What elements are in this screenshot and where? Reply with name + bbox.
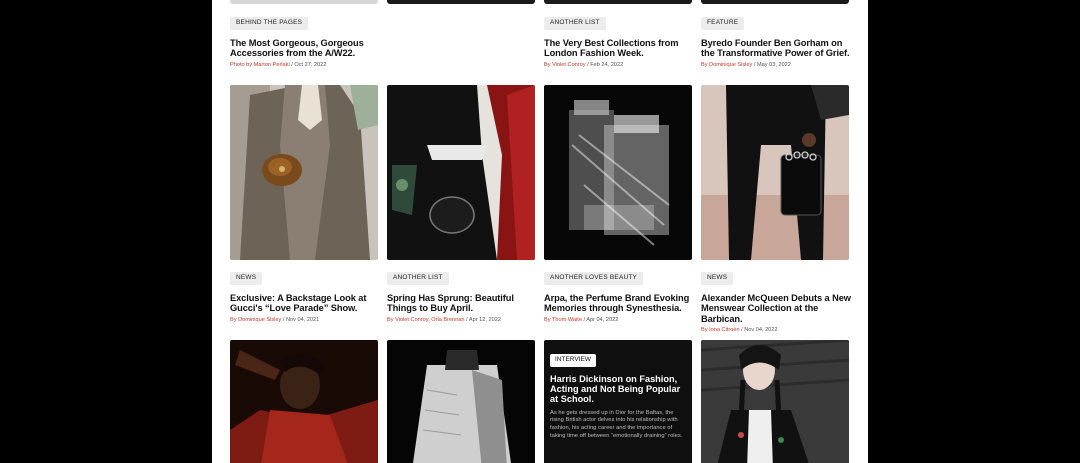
article-image-stub[interactable] [230,0,378,4]
article-byline: By Violet Conroy, Orla Brennan / Apr 12,… [387,317,537,323]
article-date: / Feb 24, 2022 [587,61,624,68]
article-image-mcqueen-menswear[interactable] [701,85,849,260]
article-title[interactable]: The Most Gorgeous, Gorgeous Accessories … [230,38,380,59]
article-title[interactable]: The Very Best Collections from London Fa… [544,38,694,59]
author-link[interactable]: By Thom Waite [544,317,582,323]
article-card[interactable]: ANOTHER LIST Spring Has Sprung: Beautifu… [387,266,537,323]
article-date: / May 03, 2022 [753,61,791,68]
article-date: / Apr 04, 2022 [583,316,619,323]
article-title[interactable]: Arpa, the Perfume Brand Evoking Memories… [544,293,694,314]
category-tag[interactable]: FEATURE [701,17,745,30]
article-image-spring-buys[interactable] [387,85,535,260]
article-date: / Nov 04, 2021 [282,316,320,323]
article-description: As he gets dressed up in Dior for the Ba… [550,409,683,440]
article-date: / Apr 12, 2022 [466,316,501,323]
author-link[interactable]: By Violet Conroy [544,62,586,68]
article-title[interactable]: Exclusive: A Backstage Look at Gucci's “… [230,293,380,314]
article-image-arpa-perfume[interactable] [544,85,692,260]
article-byline: Photo by Marton Perlaki / Oct 27, 2022 [230,62,380,68]
article-title[interactable]: Alexander McQueen Debuts a New Menswear … [701,293,851,325]
article-image-gucci-backstage[interactable] [230,85,378,260]
article-card[interactable]: NEWS Exclusive: A Backstage Look at Gucc… [230,266,380,323]
category-tag[interactable]: BEHIND THE PAGES [230,17,309,30]
article-grid-page: BEHIND THE PAGES The Most Gorgeous, Gorg… [212,0,868,463]
category-tag[interactable]: ANOTHER LIST [387,272,449,285]
article-image-stub[interactable] [387,0,535,4]
author-link[interactable]: By Iona Citroën [701,327,740,333]
article-title[interactable]: Harris Dickinson on Fashion, Acting and … [550,374,686,405]
article-title[interactable]: Spring Has Sprung: Beautiful Things to B… [387,293,537,314]
article-title[interactable]: Byredo Founder Ben Gorham on the Transfo… [701,38,851,59]
category-tag[interactable]: NEWS [230,272,263,285]
article-card[interactable]: FEATURE Byredo Founder Ben Gorham on the… [701,11,851,68]
article-date: / Nov 04, 2022 [741,327,778,333]
article-image-stub[interactable] [544,0,692,4]
featured-interview-card[interactable]: INTERVIEW Harris Dickinson on Fashion, A… [544,340,692,463]
category-tag[interactable]: ANOTHER LIST [544,17,606,30]
article-card[interactable]: ANOTHER LIST The Very Best Collections f… [544,11,694,68]
author-link[interactable]: By Dominique Sisley [701,62,752,68]
article-image-braids[interactable] [701,340,849,463]
article-card[interactable]: NEWS Alexander McQueen Debuts a New Mens… [701,266,851,333]
article-byline: By Iona Citroën / Nov 04, 2022 [701,327,851,333]
category-tag[interactable]: ANOTHER LOVES BEAUTY [544,272,644,285]
article-card[interactable]: BEHIND THE PAGES The Most Gorgeous, Gorg… [230,11,380,68]
category-tag[interactable]: NEWS [701,272,734,285]
article-image-stub[interactable] [701,0,849,4]
article-image-white-top[interactable] [387,340,535,463]
article-image-red-shirt[interactable] [230,340,378,463]
article-byline: By Thom Waite / Apr 04, 2022 [544,317,694,323]
article-byline: By Dominique Sisley / May 03, 2022 [701,62,851,68]
author-link[interactable]: Photo by Marton Perlaki [230,62,290,68]
author-link[interactable]: By Violet Conroy, Orla Brennan [387,317,465,323]
article-byline: By Dominique Sisley / Nov 04, 2021 [230,317,380,323]
article-card[interactable]: ANOTHER LOVES BEAUTY Arpa, the Perfume B… [544,266,694,323]
article-date: / Oct 27, 2022 [291,61,327,68]
article-byline: By Violet Conroy / Feb 24, 2022 [544,62,694,68]
category-tag[interactable]: INTERVIEW [550,354,596,367]
author-link[interactable]: By Dominique Sisley [230,317,281,323]
